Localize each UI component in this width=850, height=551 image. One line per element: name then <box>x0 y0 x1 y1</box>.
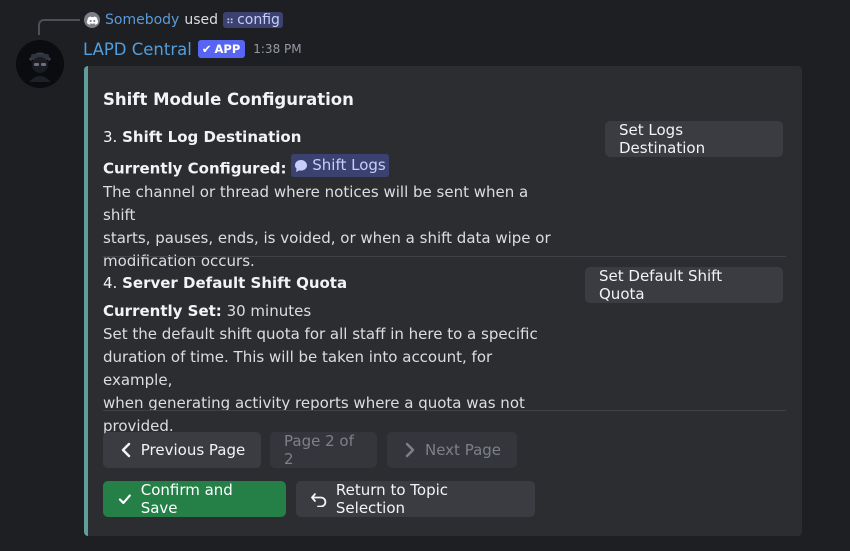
chevron-right-icon <box>405 442 415 458</box>
next-page-label: Next Page <box>424 441 502 459</box>
return-label: Return to Topic Selection <box>335 481 449 517</box>
section-divider <box>103 256 786 257</box>
channel-name: Shift Logs <box>312 156 386 174</box>
section-3-current: Currently Configured: Shift Logs <box>103 154 563 181</box>
section-4-current: Currently Set: 30 minutes <box>103 300 563 323</box>
quota-value: 30 minutes <box>226 302 312 320</box>
shift-quota-section: 4. Server Default Shift Quota Currently … <box>103 272 563 438</box>
confirm-label: Confirm and Save <box>140 481 233 517</box>
reply-connector-line <box>38 19 80 35</box>
section-4-title: 4. Server Default Shift Quota <box>103 272 563 295</box>
footer-divider <box>103 410 786 411</box>
return-arrow-icon <box>311 493 327 507</box>
chevron-left-icon <box>121 442 130 458</box>
section-4-desc-2: duration of time. This will be taken int… <box>103 348 493 389</box>
section-4-current-label: Currently Set: <box>103 302 222 320</box>
command-chip[interactable]: ⠶ config <box>223 12 283 28</box>
message-header: LAPD Central ✔ APP 1:38 PM <box>83 38 302 60</box>
thread-bubble-icon <box>295 159 308 172</box>
config-embed: Shift Module Configuration 3. Shift Log … <box>84 66 802 536</box>
embed-title: Shift Module Configuration <box>103 90 354 109</box>
set-default-shift-quota-button[interactable]: Set Default Shift Quota <box>585 267 783 303</box>
channel-mention[interactable]: Shift Logs <box>291 154 389 177</box>
shift-log-section: 3. Shift Log Destination Currently Confi… <box>103 126 563 273</box>
bot-username[interactable]: LAPD Central <box>83 40 192 59</box>
next-page-button: Next Page <box>387 432 517 468</box>
check-icon <box>118 494 131 505</box>
bot-avatar[interactable] <box>16 40 64 88</box>
app-badge: ✔ APP <box>197 40 246 58</box>
command-reply-header: Somebody used ⠶ config <box>84 10 283 30</box>
section-3-current-label: Currently Configured: <box>103 159 287 178</box>
section-3-desc-1: The channel or thread where notices will… <box>103 182 529 224</box>
section-3-number: 3. <box>103 128 118 146</box>
app-badge-label: APP <box>214 42 241 56</box>
confirm-and-save-button[interactable]: Confirm and Save <box>103 481 286 517</box>
section-4-heading: Server Default Shift Quota <box>122 274 348 292</box>
message-timestamp: 1:38 PM <box>253 42 302 56</box>
command-name: config <box>237 12 280 28</box>
section-3-desc-3: modification occurs. <box>103 251 255 270</box>
set-logs-destination-button[interactable]: Set Logs Destination <box>605 121 783 157</box>
discord-logo-icon <box>84 12 100 28</box>
return-to-topic-selection-button[interactable]: Return to Topic Selection <box>296 481 535 517</box>
section-3-desc-2: starts, pauses, ends, is voided, or when… <box>103 228 551 247</box>
section-4-desc-1: Set the default shift quota for all staf… <box>103 325 538 343</box>
section-3-heading: Shift Log Destination <box>122 128 302 146</box>
previous-page-label: Previous Page <box>140 441 246 459</box>
section-3-title: 3. Shift Log Destination <box>103 126 563 149</box>
page-indicator-button: Page 2 of 2 <box>270 432 377 468</box>
verified-check-icon: ✔ <box>201 42 212 56</box>
command-icon: ⠶ <box>226 13 235 27</box>
reply-used-text: used <box>184 12 218 28</box>
previous-page-button[interactable]: Previous Page <box>103 432 261 468</box>
reply-username[interactable]: Somebody <box>105 12 179 28</box>
section-4-number: 4. <box>103 274 118 292</box>
